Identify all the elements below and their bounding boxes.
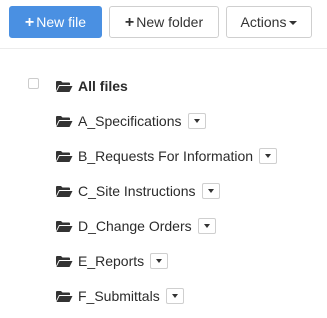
folder-open-icon [56,150,73,162]
folder-open-icon [56,115,73,127]
folder-label: E_Reports [78,253,145,269]
folder-row[interactable]: E_Reports [55,251,169,271]
new-folder-label: New folder [136,14,204,30]
new-file-label: New file [36,14,87,30]
folder-row-all-files[interactable]: All files [55,76,128,96]
folder-open-icon [56,220,73,232]
folder-row[interactable]: B_Requests For Information [55,146,278,166]
folder-dropdown-button[interactable] [197,218,216,234]
folder-open-icon [56,255,73,267]
new-file-button[interactable]: + New file [9,6,102,38]
folder-label: All files [78,78,128,94]
caret-down-icon [203,224,210,228]
folder-row[interactable]: F_Submittals [55,286,184,306]
caret-down-icon [171,294,178,298]
caret-down-icon [289,21,298,26]
folder-dropdown-button[interactable] [259,148,278,164]
toolbar: + New file + New folder Actions [0,0,327,50]
plus-icon: + [124,14,135,31]
actions-button[interactable]: Actions [226,6,312,38]
folder-label: A_Specifications [78,113,182,129]
folder-open-icon [56,185,73,197]
folder-dropdown-button[interactable] [201,183,220,199]
caret-down-icon [156,259,163,263]
caret-down-icon [193,119,200,123]
folder-label: C_Site Instructions [78,183,196,199]
select-all-checkbox[interactable] [28,78,39,89]
folder-dropdown-button[interactable] [150,253,169,269]
folder-open-icon [56,80,73,92]
folder-open-icon [56,290,73,302]
folder-label: F_Submittals [78,288,160,304]
folder-row[interactable]: D_Change Orders [55,216,216,236]
folder-label: D_Change Orders [78,218,192,234]
folder-row[interactable]: C_Site Instructions [55,181,220,201]
new-folder-button[interactable]: + New folder [109,6,219,38]
toolbar-divider [0,48,327,49]
folder-row[interactable]: A_Specifications [55,111,206,131]
caret-down-icon [265,154,272,158]
folder-dropdown-button[interactable] [187,113,206,129]
plus-icon: + [24,14,35,31]
folder-label: B_Requests For Information [78,148,254,164]
folder-dropdown-button[interactable] [165,288,184,304]
caret-down-icon [207,189,214,193]
actions-label: Actions [240,14,287,30]
